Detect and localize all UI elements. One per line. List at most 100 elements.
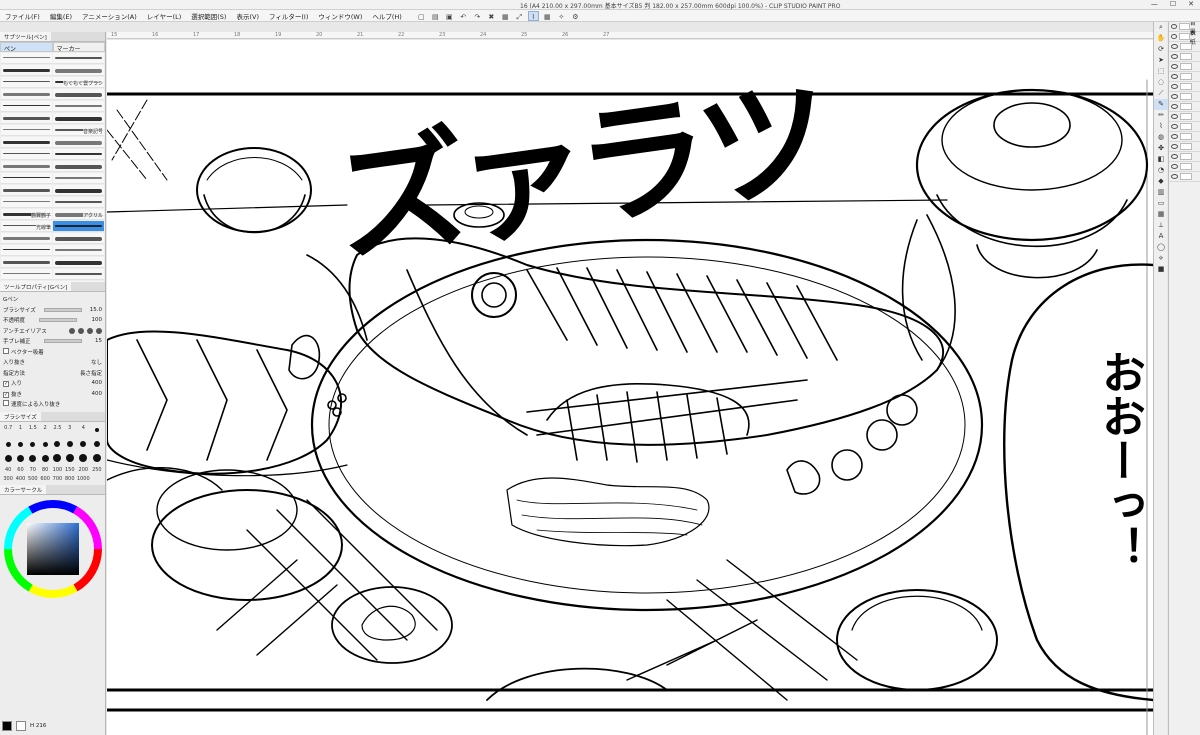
layer-row[interactable] <box>1169 132 1200 142</box>
brush-item[interactable] <box>1 53 52 64</box>
airbrush-icon[interactable]: ◍ <box>1154 132 1168 143</box>
brush-size-value[interactable]: 150 <box>65 467 75 473</box>
brush-item[interactable] <box>1 65 52 76</box>
brush-size-value[interactable]: 400 <box>15 476 26 482</box>
eye-icon[interactable] <box>1171 164 1178 169</box>
settings-icon[interactable]: ⚙ <box>570 11 581 21</box>
brush-item[interactable] <box>1 89 52 100</box>
brush-size-slider[interactable] <box>43 307 82 312</box>
new-file-icon[interactable]: ▢ <box>416 11 427 21</box>
subtool-header-label[interactable]: サブツール[ペン] <box>0 32 51 41</box>
eye-icon[interactable] <box>1171 154 1178 159</box>
hand-icon[interactable]: ✋ <box>1154 33 1168 44</box>
brush-item[interactable]: 光線筆 <box>1 221 52 232</box>
antialias-row[interactable]: アンチエイリアス <box>3 326 102 337</box>
brush-item[interactable] <box>53 149 104 160</box>
layer-row[interactable] <box>1169 112 1200 122</box>
canvas-area[interactable]: ズァラツ おおーっ！ <box>107 40 1153 735</box>
main-color-icon[interactable]: ■ <box>1154 264 1168 275</box>
brush-size-value[interactable]: 1000 <box>77 476 90 482</box>
brush-size-value[interactable]: 60 <box>15 467 25 473</box>
tab-pen[interactable]: ペン <box>0 42 53 53</box>
eye-icon[interactable] <box>1171 114 1178 119</box>
brush-item[interactable]: もくもく雲ブラシ <box>53 77 104 88</box>
eye-icon[interactable] <box>1171 94 1178 99</box>
layer-row[interactable] <box>1169 62 1200 72</box>
opacity-row[interactable]: 不透明度 100 <box>3 315 102 326</box>
transform-icon[interactable]: ⤢ <box>514 11 525 21</box>
brush-size-dot[interactable] <box>52 453 62 464</box>
out-row[interactable]: ✓ 抜き 400 <box>3 389 102 400</box>
brush-item[interactable] <box>53 161 104 172</box>
eye-icon[interactable] <box>1171 84 1178 89</box>
brush-size-dot[interactable] <box>77 453 90 464</box>
brush-size-dot[interactable] <box>77 439 90 450</box>
brush-size-dot[interactable] <box>92 453 102 464</box>
brush-size-value[interactable]: 3 <box>65 425 75 436</box>
redo-icon[interactable]: ↷ <box>472 11 483 21</box>
color-wheel[interactable] <box>3 499 103 599</box>
object-icon[interactable]: ➤ <box>1154 55 1168 66</box>
eye-icon[interactable] <box>1171 64 1178 69</box>
eye-icon[interactable] <box>1171 104 1178 109</box>
brush-item[interactable] <box>1 281 52 282</box>
layer-row[interactable] <box>1169 142 1200 152</box>
in-row[interactable]: ✓ 入り 400 <box>3 378 102 389</box>
menu-animation[interactable]: アニメーション(A) <box>82 11 137 21</box>
eye-icon[interactable] <box>1171 174 1178 179</box>
speed-row[interactable]: 速度による入り抜き <box>3 399 102 410</box>
layer-row[interactable] <box>1169 72 1200 82</box>
pen-icon[interactable]: ✎ <box>1154 99 1168 110</box>
frame-icon[interactable]: ▦ <box>1154 209 1168 220</box>
brush-item[interactable] <box>1 125 52 136</box>
brush-size-value[interactable]: 2 <box>40 425 50 436</box>
ruler-icon[interactable]: ⟂ <box>1154 220 1168 231</box>
brush-item[interactable] <box>53 137 104 148</box>
eraser-icon[interactable]: ◧ <box>1154 154 1168 165</box>
brush-size-panel-label[interactable]: ブラシサイズ <box>0 411 41 421</box>
vector-checkbox[interactable] <box>3 347 9 354</box>
clear-icon[interactable]: ✖ <box>486 11 497 21</box>
brush-item[interactable] <box>53 101 104 112</box>
brush-size-value[interactable]: 300 <box>3 476 13 482</box>
menu-selection[interactable]: 選択範囲(S) <box>191 11 226 21</box>
brush-item[interactable] <box>53 173 104 184</box>
balloon-icon[interactable]: ◯ <box>1154 242 1168 253</box>
save-icon[interactable]: ▣ <box>444 11 455 21</box>
speed-checkbox[interactable] <box>3 400 9 407</box>
brush-item[interactable] <box>1 113 52 124</box>
layer-row[interactable] <box>1169 82 1200 92</box>
brush-item[interactable] <box>53 65 104 76</box>
brush-item[interactable] <box>53 257 104 268</box>
brush-size-dot[interactable] <box>65 439 75 450</box>
brush-item[interactable] <box>1 197 52 208</box>
brush-item[interactable] <box>53 53 104 64</box>
menu-layer[interactable]: レイヤー(L) <box>147 11 182 21</box>
snap-ruler-icon[interactable]: ⌇ <box>527 10 539 21</box>
open-file-icon[interactable]: ▤ <box>430 11 441 21</box>
snap-special-icon[interactable]: ✧ <box>556 11 567 21</box>
fill-icon-tool[interactable]: ◆ <box>1154 176 1168 187</box>
pencil-icon[interactable]: ✏ <box>1154 110 1168 121</box>
brush-item[interactable] <box>1 101 52 112</box>
zoom-icon[interactable]: ⌕ <box>1154 22 1168 33</box>
layer-row[interactable] <box>1169 102 1200 112</box>
menu-filter[interactable]: フィルター(I) <box>269 11 308 21</box>
rotate-icon[interactable]: ⟳ <box>1154 44 1168 55</box>
out-checkbox[interactable]: ✓ <box>3 391 9 398</box>
layer-row[interactable] <box>1169 92 1200 102</box>
brush-size-value[interactable]: 1 <box>15 425 25 436</box>
color-wheel-graphic[interactable] <box>3 499 103 599</box>
brush-item[interactable]: 鶴翼鶴子 <box>1 209 52 220</box>
correct-line-icon[interactable]: ⟡ <box>1154 253 1168 264</box>
eye-icon[interactable] <box>1171 144 1178 149</box>
brush-item[interactable] <box>1 245 52 256</box>
brush-size-dot[interactable] <box>92 439 102 450</box>
brush-size-value[interactable]: 4 <box>77 425 90 436</box>
brush-size-dot[interactable] <box>15 439 25 450</box>
brush-size-value[interactable]: 2.5 <box>52 425 62 436</box>
method-row[interactable]: 指定方法 長さ指定 <box>3 368 102 379</box>
in-checkbox[interactable]: ✓ <box>3 381 9 388</box>
brush-size-dot[interactable] <box>65 453 75 464</box>
brush-size-value[interactable]: 700 <box>52 476 63 482</box>
